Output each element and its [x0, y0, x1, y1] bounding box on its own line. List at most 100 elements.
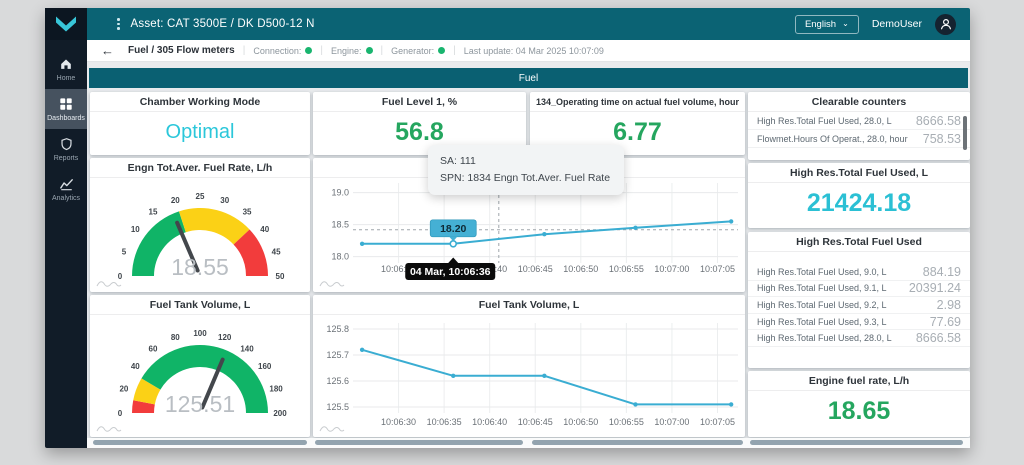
tank-volume-line-chart[interactable]: 10:06:3010:06:3510:06:4010:06:4510:06:50… — [313, 315, 745, 437]
wave-watermark-icon — [96, 276, 122, 288]
gauge-tick-label: 45 — [272, 247, 281, 256]
gauge-tick-label: 10 — [131, 225, 140, 234]
sidebar-item-analytics[interactable]: Analytics — [45, 169, 87, 209]
divider: | — [320, 45, 323, 56]
y-axis-tick-label: 18.5 — [331, 220, 349, 230]
card-title: Fuel Level 1, % — [313, 92, 526, 112]
data-point-marker — [360, 348, 364, 352]
horizontal-scrollbar[interactable] — [93, 440, 307, 445]
counter-value: 8666.58 — [916, 331, 961, 345]
user-avatar[interactable] — [935, 14, 956, 35]
breadcrumb: Fuel / 305 Flow meters — [128, 45, 235, 56]
x-axis-tick-label: 10:06:50 — [563, 264, 598, 274]
language-label: English — [805, 19, 836, 30]
fuel-section-banner: Fuel — [89, 68, 968, 88]
menu-kebab-icon[interactable] — [117, 18, 120, 30]
card-title: Fuel Tank Volume, L — [313, 295, 745, 315]
card-title: High Res.Total Fuel Used, L — [748, 163, 970, 183]
x-axis-tick-label: 10:06:55 — [609, 264, 644, 274]
gauge-tick-label: 25 — [196, 192, 205, 201]
line-tank-volume-svg: 10:06:3010:06:3510:06:4010:06:4510:06:50… — [313, 315, 745, 437]
gauge-tick-label: 40 — [260, 225, 269, 234]
home-icon — [59, 57, 73, 71]
tooltip-spn-line: SPN: 1834 Engn Tot.Aver. Fuel Rate — [440, 170, 612, 187]
hover-value-label: 18.20 — [440, 223, 466, 235]
dashboards-grid-icon — [59, 97, 73, 111]
back-arrow-icon[interactable]: ← — [101, 46, 114, 56]
engine-fuel-rate-card: Engine fuel rate, L/h 18.65 — [748, 371, 970, 437]
engine-fuel-rate-value: 18.65 — [748, 397, 970, 426]
sidebar-item-home[interactable]: Home — [45, 49, 87, 89]
date-tooltip-label: 04 Mar, 10:06:36 — [410, 266, 491, 278]
x-axis-tick-label: 10:06:30 — [381, 417, 416, 427]
horizontal-scrollbar[interactable] — [315, 440, 523, 445]
chevron-down-icon: ⌄ — [842, 21, 849, 27]
card-title: 134_Operating time on actual fuel volume… — [530, 92, 745, 112]
sidebar-item-reports[interactable]: Reports — [45, 129, 87, 169]
horizontal-scrollbar[interactable] — [750, 440, 963, 445]
app-window: Home Dashboards Reports — [45, 8, 970, 448]
counter-value: 758.53 — [923, 132, 961, 146]
hover-value-label-notch — [449, 237, 457, 242]
y-axis-tick-label: 125.6 — [326, 376, 349, 386]
status-label: Engine: — [331, 46, 362, 56]
gauge-tick-label: 120 — [218, 333, 232, 342]
counter-label: High Res.Total Fuel Used, 9.3, L — [757, 317, 887, 327]
date-tooltip-caret — [448, 258, 458, 264]
counter-row: High Res.Total Fuel Used, 9.1, L 20391.2… — [748, 281, 970, 298]
y-axis-tick-label: 19.0 — [331, 188, 349, 198]
sidebar-item-dashboards[interactable]: Dashboards — [45, 89, 87, 129]
engine-status-dot — [366, 47, 373, 54]
counter-label: High Res.Total Fuel Used, 9.1, L — [757, 283, 887, 293]
fuel-rate-gauge[interactable]: 0510152025303540455018.55 — [90, 178, 310, 292]
series-line — [362, 350, 731, 405]
counter-label: High Res.Total Fuel Used, 9.0, L — [757, 267, 887, 277]
x-axis-tick-label: 10:07:05 — [700, 417, 735, 427]
gauge-tank-volume-svg: 020406080100120140160180200125.51 — [90, 315, 310, 427]
counter-row: High Res.Total Fuel Used, 9.2, L 2.98 — [748, 297, 970, 314]
status-connection: Connection: — [253, 46, 312, 56]
counter-label: Flowmet.Hours Of Operat., 28.0, hour — [757, 134, 908, 144]
counter-value: 20391.24 — [909, 281, 961, 295]
page: { "header": { "asset_label": "Asset: CAT… — [0, 0, 1024, 465]
gauge-tick-label: 20 — [171, 196, 180, 205]
data-point-marker — [729, 402, 733, 406]
card-title: Clearable counters — [748, 92, 970, 112]
app-logo[interactable] — [45, 8, 87, 40]
gauge-tick-label: 180 — [269, 384, 283, 393]
gauge-tick-label: 160 — [258, 362, 272, 371]
gauge-tick-label: 60 — [149, 344, 158, 353]
counter-row: High Res.Total Fuel Used, 9.3, L 77.69 — [748, 314, 970, 331]
line-fuel-rate-svg: 10:06:3010:06:3510:06:4010:06:4510:06:50… — [313, 178, 745, 292]
language-select[interactable]: English ⌄ — [795, 15, 859, 34]
counter-label: High Res.Total Fuel Used, 9.2, L — [757, 300, 887, 310]
x-axis-tick-label: 10:06:50 — [563, 417, 598, 427]
status-label: Connection: — [253, 46, 301, 56]
panel-scrollbar[interactable] — [963, 116, 967, 150]
user-name: DemoUser — [872, 18, 922, 30]
counter-label: High Res.Total Fuel Used, 28.0, L — [757, 116, 892, 126]
x-axis-tick-label: 10:07:00 — [654, 264, 689, 274]
analytics-chart-icon — [59, 177, 74, 191]
gauge-tick-label: 5 — [122, 247, 127, 256]
clearable-counters-card: Clearable counters High Res.Total Fuel U… — [748, 92, 970, 160]
counter-row: High Res.Total Fuel Used, 28.0, L 8666.5… — [748, 330, 970, 347]
counter-row: Flowmet.Hours Of Operat., 28.0, hour 758… — [748, 130, 970, 148]
header-right: English ⌄ DemoUser — [795, 14, 956, 35]
sidebar-item-label: Reports — [54, 155, 79, 162]
tank-volume-gauge[interactable]: 020406080100120140160180200125.51 — [90, 315, 310, 437]
card-title: High Res.Total Fuel Used — [748, 232, 970, 252]
fuel-level-value: 56.8 — [313, 118, 526, 147]
horizontal-scrollbar[interactable] — [532, 440, 743, 445]
chamber-working-mode-card: Chamber Working Mode Optimal — [90, 92, 310, 155]
status-generator: Generator: — [391, 46, 445, 56]
data-point-marker — [542, 232, 546, 236]
card-title: Engn Tot.Aver. Fuel Rate, L/h — [90, 158, 310, 178]
dashboard-content: Fuel Chamber Working Mode Optimal Fuel L… — [87, 62, 970, 448]
status-engine: Engine: — [331, 46, 373, 56]
gauge-tick-label: 35 — [243, 207, 252, 216]
card-title: Engine fuel rate, L/h — [748, 371, 970, 391]
fuel-rate-gauge-card: Engn Tot.Aver. Fuel Rate, L/h 0510152025… — [90, 158, 310, 292]
fuel-rate-line-chart[interactable]: 10:06:3010:06:3510:06:4010:06:4510:06:50… — [313, 178, 745, 292]
gauge-tick-label: 50 — [276, 272, 285, 281]
